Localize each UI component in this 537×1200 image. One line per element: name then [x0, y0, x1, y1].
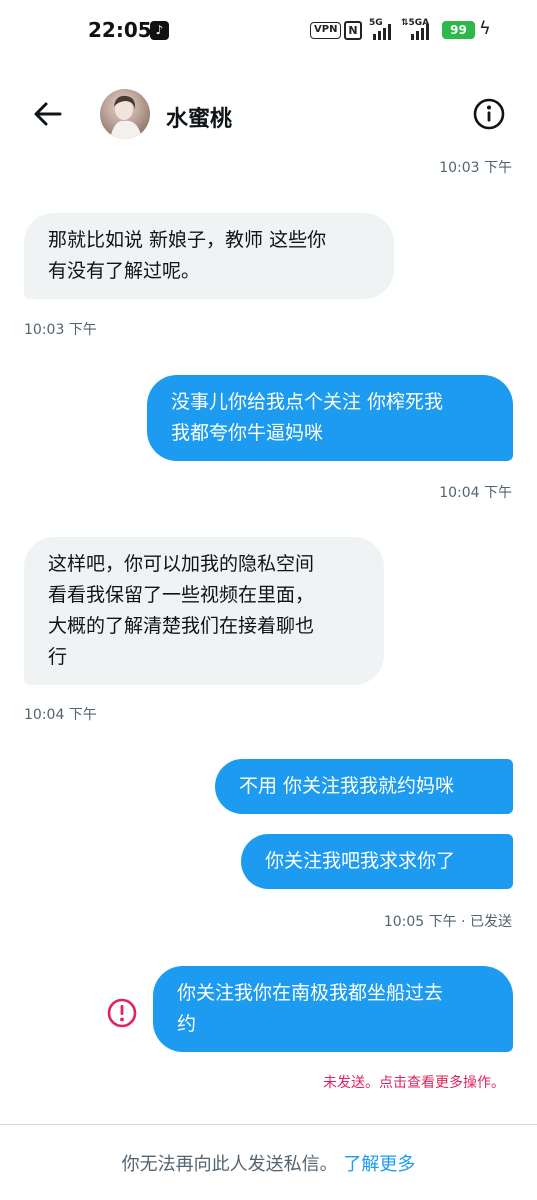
notice-text: 你无法再向此人发送私信。	[121, 1154, 338, 1175]
avatar[interactable]	[100, 89, 150, 139]
incoming-message-bubble[interactable]: 这样吧，你可以加我的隐私空间 看看我保留了一些视频在里面， 大概的了解清楚我们在…	[24, 537, 384, 685]
message-timestamp: 10:03 下午	[24, 322, 97, 338]
nfc-icon: N	[344, 21, 362, 40]
failed-message-bubble[interactable]: 你关注我你在南极我都坐船过去 约	[153, 966, 513, 1052]
message-line: 有没有了解过呢。	[48, 260, 201, 282]
message-line: 大概的了解清楚我们在接着聊也	[48, 615, 315, 637]
tiktok-icon: ♪	[150, 21, 169, 40]
info-icon[interactable]	[471, 96, 507, 132]
message-timestamp: 10:04 下午	[439, 485, 512, 501]
message-line: 约	[177, 1013, 197, 1035]
learn-more-link[interactable]: 了解更多	[343, 1154, 415, 1175]
signal-icon: 5G	[369, 18, 397, 40]
outgoing-message-bubble[interactable]: 不用 你关注我我就约妈咪	[215, 759, 513, 814]
message-line: 我都夸你牛逼妈咪	[171, 422, 324, 444]
message-timestamp: 10:04 下午	[24, 707, 97, 723]
status-bar: 22:05 ♪ VPN N 5G ⇅5GA 99 ϟ	[0, 0, 537, 62]
message-line: 你关注我你在南极我都坐船过去	[177, 982, 444, 1004]
message-line: 你关注我吧我求求你了	[265, 850, 456, 872]
message-timestamp: 10:03 下午	[439, 160, 512, 176]
outgoing-message-bubble[interactable]: 你关注我吧我求求你了	[241, 834, 513, 889]
message-line: 不用 你关注我我就约妈咪	[239, 775, 455, 797]
conversation-header: 水蜜桃	[0, 80, 537, 150]
send-failed-notice[interactable]: 未发送。点击查看更多操作。	[323, 1072, 505, 1092]
message-line: 那就比如说 新娘子，教师 这些你	[48, 229, 327, 251]
status-time: 22:05	[88, 18, 152, 42]
incoming-message-bubble[interactable]: 那就比如说 新娘子，教师 这些你 有没有了解过呢。	[24, 213, 394, 299]
charging-icon: ϟ	[479, 18, 491, 39]
contact-name[interactable]: 水蜜桃	[166, 101, 232, 133]
footer-divider	[0, 1124, 537, 1125]
vpn-indicator: VPN	[310, 22, 342, 39]
signal-icon-2: ⇅5GA	[401, 18, 435, 40]
back-arrow-icon[interactable]	[30, 96, 66, 132]
outgoing-message-bubble[interactable]: 没事儿你给我点个关注 你榨死我 我都夸你牛逼妈咪	[147, 375, 513, 461]
message-line: 看看我保留了一些视频在里面，	[48, 584, 315, 606]
battery-icon: 99	[442, 21, 475, 39]
message-status: 10:05 下午 · 已发送	[383, 914, 512, 930]
message-line: 行	[48, 646, 68, 668]
dm-restricted-notice: 你无法再向此人发送私信。 了解更多	[0, 1150, 537, 1176]
message-line: 这样吧，你可以加我的隐私空间	[48, 553, 315, 575]
error-icon[interactable]	[106, 997, 138, 1029]
message-line: 没事儿你给我点个关注 你榨死我	[171, 391, 444, 413]
